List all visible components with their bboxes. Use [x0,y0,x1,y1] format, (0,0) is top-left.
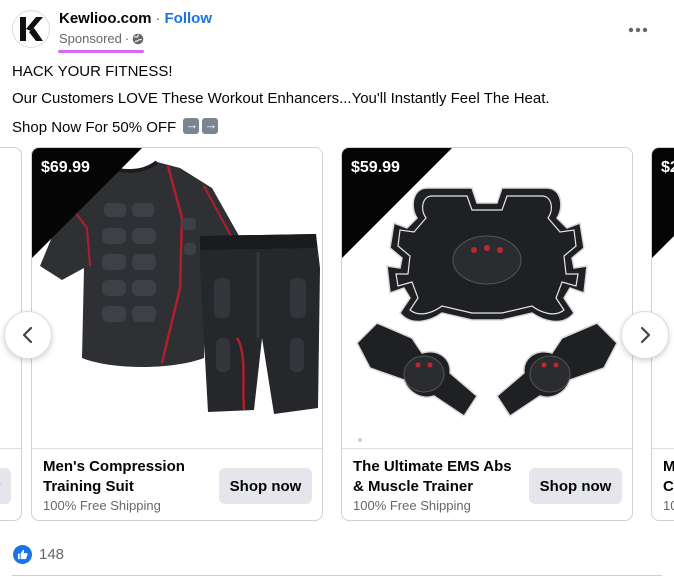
product-subtitle: 100% Free Shipping [43,498,161,513]
compression-suit-image[interactable]: $69.99 [32,148,322,448]
shop-now-button[interactable]: Shop now [0,468,11,504]
chevron-right-icon [640,326,651,344]
product-subtitle: 100% Free Shipping [353,498,471,513]
reaction-count[interactable]: 148 [39,546,64,563]
page-name-line: Kewlioo.com · Follow [59,10,212,27]
post-header: Kewlioo.com · Follow Sponsored · [12,8,662,53]
kewlioo-logo-icon [20,17,43,41]
carousel-next-button[interactable] [621,311,669,359]
product-image-partial[interactable]: $2 [652,148,674,448]
card-divider [32,448,322,449]
product-carousel: Shop now [0,147,674,523]
post-footer-divider [12,575,662,576]
card-divider [342,448,632,449]
sponsored-highlight-underline [58,50,144,53]
like-icon [13,545,32,564]
product-subtitle: 10 [663,498,674,513]
sponsored-separator: · [124,31,130,46]
post-text-line-2: Our Customers LOVE These Workout Enhance… [12,90,550,107]
product-title[interactable]: Men's Compression Training Suit [43,457,213,497]
more-horizontal-icon [628,27,648,33]
price-label: $69.99 [41,159,90,176]
product-title[interactable]: The Ultimate EMS Abs & Muscle Trainer [353,457,523,497]
page-avatar[interactable] [12,10,50,48]
price-label: $59.99 [351,159,400,176]
arrow-right-emoji-icon [202,117,219,134]
more-options-button[interactable] [622,14,654,46]
post-text-line-1: HACK YOUR FITNESS! [12,63,173,80]
thumbs-up-icon [17,549,28,560]
shop-now-button[interactable]: Shop now [529,468,622,504]
carousel-card[interactable]: $69.99 Men's Compression Training Suit 1… [31,147,323,521]
post-text-line-3: Shop Now For 50% OFF [12,117,219,136]
product-title-line-1: M [663,457,674,477]
carousel-prev-button[interactable] [4,311,52,359]
product-title[interactable]: M Co [663,457,674,497]
globe-icon[interactable] [132,33,144,45]
product-title-line-2: Co [663,478,674,495]
page-name-link[interactable]: Kewlioo.com [59,10,152,27]
post-text-line-3-text: Shop Now For 50% OFF [12,119,177,136]
card-divider [652,448,674,449]
follow-button[interactable]: Follow [165,10,213,27]
price-label: $2 [661,159,674,176]
card-divider [0,448,21,449]
shop-now-button[interactable]: Shop now [219,468,312,504]
sponsored-line: Sponsored · [59,31,144,46]
reactions-summary[interactable]: 148 [13,545,64,564]
chevron-left-icon [22,326,33,344]
arrow-right-emoji-icon [183,117,200,134]
name-separator: · [155,10,161,27]
carousel-card[interactable]: $59.99 The Ultimate EMS Abs & Muscle Tra… [341,147,633,521]
ems-abs-trainer-image[interactable]: $59.99 [342,148,632,448]
sponsored-label[interactable]: Sponsored [59,31,122,46]
